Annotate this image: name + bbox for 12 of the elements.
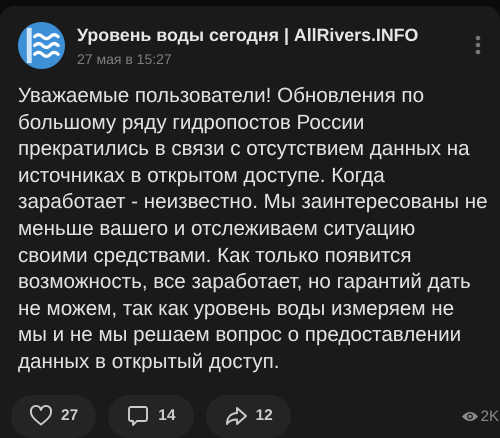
post-date: 27 мая в 15:27 <box>77 51 173 67</box>
eye-icon <box>460 410 479 423</box>
comment-button[interactable]: 14 <box>108 394 194 438</box>
speech-bubble-icon <box>126 404 150 428</box>
view-count: 2K <box>480 408 499 425</box>
share-button[interactable]: 12 <box>206 394 291 438</box>
avatar-icon[interactable] <box>18 22 65 69</box>
like-button[interactable]: 27 <box>11 394 96 438</box>
more-icon[interactable] <box>475 35 481 55</box>
post-text: Уважаемые пользователи! Обновления по большому ряду гидропостов России прекратились в связи с отсутствием данных на источниках в открытом доступе. Когда заработает - неизвестно. Мы заинтересованы не меньше вашего и отслеживаем ситуацию своими средствами. Как только появится возможность, все заработает, но гарантий дать не можем, так как уровень воды измеряем не мы и не мы решаем вопрос о предоставлении данных в открытый доступ. <box>18 83 488 375</box>
author-name[interactable]: Уровень воды сегодня | AllRivers.INFO <box>77 25 463 46</box>
heart-icon <box>29 404 53 428</box>
